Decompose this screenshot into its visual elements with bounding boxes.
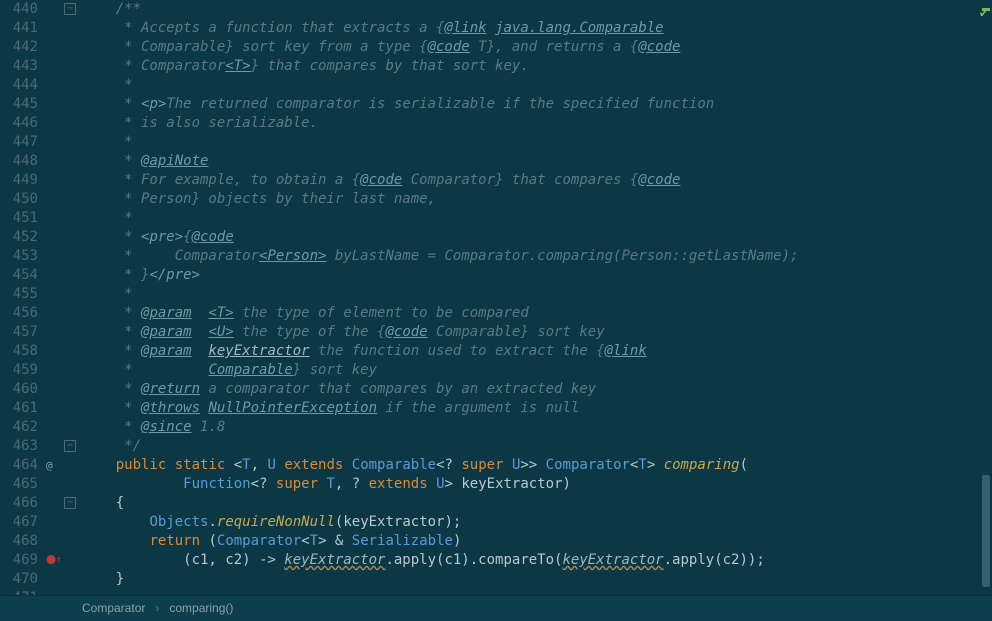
code-line[interactable]: * Comparator<Person> byLastName = Compar… [82, 247, 992, 266]
code-line[interactable]: Function<? super T, ? extends U> keyExtr… [82, 475, 992, 494]
line-number: 449 [0, 171, 38, 190]
line-number: 443 [0, 57, 38, 76]
code-line[interactable]: * @return a comparator that compares by … [82, 380, 992, 399]
line-number: 450 [0, 190, 38, 209]
gutter-mark-icon[interactable]: ⬤↑ [46, 551, 62, 570]
line-number: 455 [0, 285, 38, 304]
line-number: 453 [0, 247, 38, 266]
code-line[interactable]: * is also serializable. [82, 114, 992, 133]
scroll-thumb[interactable] [982, 475, 990, 587]
line-number: 466 [0, 494, 38, 513]
code-line[interactable]: * <p>The returned comparator is serializ… [82, 95, 992, 114]
line-number: 440 [0, 0, 38, 19]
code-line[interactable]: * Person} objects by their last name, [82, 190, 992, 209]
line-number: 441 [0, 19, 38, 38]
code-line[interactable]: public static <T, U extends Comparable<?… [82, 456, 992, 475]
code-line[interactable]: * <pre>{@code [82, 228, 992, 247]
code-line[interactable]: * Comparator<T>} that compares by that s… [82, 57, 992, 76]
code-line[interactable]: * @param <U> the type of the {@code Comp… [82, 323, 992, 342]
line-number: 454 [0, 266, 38, 285]
code-line[interactable]: /** [82, 0, 992, 19]
line-number: 465 [0, 475, 38, 494]
code-line[interactable]: { [82, 494, 992, 513]
line-number: 446 [0, 114, 38, 133]
breadcrumb-item[interactable]: comparing() [169, 599, 233, 618]
code-line[interactable]: * }</pre> [82, 266, 992, 285]
line-number: 470 [0, 570, 38, 589]
code-line[interactable]: * [82, 76, 992, 95]
fold-column: − − − [64, 0, 78, 595]
code-line[interactable]: * @param keyExtractor the function used … [82, 342, 992, 361]
code-line[interactable]: * For example, to obtain a {@code Compar… [82, 171, 992, 190]
line-number: 448 [0, 152, 38, 171]
fold-toggle-icon[interactable]: − [64, 3, 76, 15]
code-line[interactable]: (c1, c2) -> keyExtractor.apply(c1).compa… [82, 551, 992, 570]
code-line[interactable]: * @apiNote [82, 152, 992, 171]
line-number: 461 [0, 399, 38, 418]
line-number-gutter: 4404414424434444454464474484494504514524… [0, 0, 46, 595]
code-line[interactable]: * Accepts a function that extracts a {@l… [82, 19, 992, 38]
chevron-right-icon: › [155, 599, 159, 618]
line-number: 447 [0, 133, 38, 152]
code-line[interactable]: } [82, 570, 992, 589]
line-number: 464 [0, 456, 38, 475]
line-number: 458 [0, 342, 38, 361]
fold-toggle-icon[interactable]: − [64, 440, 76, 452]
inspection-ok-icon[interactable]: ✔ [980, 4, 988, 23]
line-number: 457 [0, 323, 38, 342]
code-line[interactable]: * [82, 133, 992, 152]
code-line[interactable]: */ [82, 437, 992, 456]
code-line[interactable]: Objects.requireNonNull(keyExtractor); [82, 513, 992, 532]
line-number: 445 [0, 95, 38, 114]
code-line[interactable]: return (Comparator<T> & Serializable) [82, 532, 992, 551]
line-number: 463 [0, 437, 38, 456]
line-number: 442 [0, 38, 38, 57]
vertical-scrollbar[interactable] [980, 0, 990, 595]
fold-toggle-icon[interactable]: − [64, 497, 76, 509]
code-line[interactable]: * @throws NullPointerException if the ar… [82, 399, 992, 418]
code-line[interactable]: * Comparable} sort key from a type {@cod… [82, 38, 992, 57]
line-number: 462 [0, 418, 38, 437]
line-number: 444 [0, 76, 38, 95]
gutter-mark-icon[interactable]: @ [46, 456, 53, 475]
code-area[interactable]: /** * Accepts a function that extracts a… [78, 0, 992, 595]
line-number: 467 [0, 513, 38, 532]
line-number: 452 [0, 228, 38, 247]
code-line[interactable]: * [82, 285, 992, 304]
line-number: 459 [0, 361, 38, 380]
code-line[interactable]: * @since 1.8 [82, 418, 992, 437]
line-number: 460 [0, 380, 38, 399]
line-number: 468 [0, 532, 38, 551]
line-number: 456 [0, 304, 38, 323]
code-line[interactable]: * @param <T> the type of element to be c… [82, 304, 992, 323]
breadcrumb[interactable]: Comparator › comparing() [0, 595, 992, 621]
breadcrumb-item[interactable]: Comparator [82, 599, 145, 618]
code-line[interactable]: * Comparable} sort key [82, 361, 992, 380]
gutter-markers: @ ⬤↑ [46, 0, 64, 595]
code-editor[interactable]: 4404414424434444454464474484494504514524… [0, 0, 992, 595]
line-number: 469 [0, 551, 38, 570]
code-line[interactable]: * [82, 209, 992, 228]
line-number: 451 [0, 209, 38, 228]
